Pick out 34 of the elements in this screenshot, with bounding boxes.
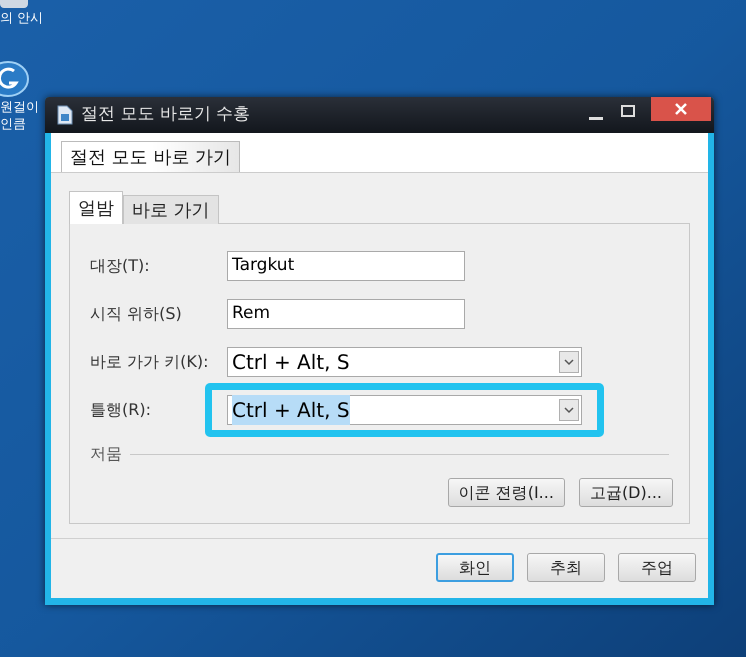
minimize-icon[interactable] <box>589 117 603 121</box>
desktop-icon[interactable] <box>0 0 28 8</box>
field-label: 바로 가가 키(K): <box>90 351 210 373</box>
field-value: Rem <box>232 302 270 326</box>
tab[interactable]: 절전 모도 바로 가기 <box>61 141 240 172</box>
field-label: 틀행(R): <box>90 399 152 421</box>
window-title: 절전 모도 바로기 수홍 <box>81 103 250 126</box>
dropdown-field[interactable]: Ctrl + Alt, S <box>227 347 582 377</box>
input-field[interactable]: Rem <box>227 299 465 329</box>
button[interactable]: 이콘 젼령(I... <box>448 478 565 507</box>
tab[interactable]: 바로 가기 <box>123 195 219 224</box>
button[interactable]: 화인 <box>436 553 514 582</box>
tab[interactable]: 얼밤 <box>69 191 123 224</box>
desktop-icon-label: 원걸이 <box>0 99 40 116</box>
button[interactable]: 고귭(D)... <box>578 478 673 507</box>
field-value: Targkut <box>232 254 294 278</box>
desktop-icon-label: 인큼 <box>0 116 27 133</box>
field-label: 대장(T): <box>90 255 151 277</box>
close-icon <box>675 103 687 115</box>
dropdown-field[interactable]: Ctrl + Alt, S <box>227 395 582 425</box>
field-value: Ctrl + Alt, S <box>232 395 350 425</box>
button[interactable]: 추최 <box>527 553 605 582</box>
chevron-down-icon[interactable] <box>559 351 579 373</box>
field-label: 시직 위하(S) <box>90 303 183 325</box>
desktop-icon-label: 의 안시 <box>0 10 44 27</box>
close-button[interactable] <box>651 97 711 121</box>
app-icon[interactable] <box>0 61 30 97</box>
document-icon <box>57 105 73 125</box>
button[interactable]: 주업 <box>618 553 696 582</box>
field-value: Ctrl + Alt, S <box>232 349 350 376</box>
maximize-icon[interactable] <box>621 105 635 117</box>
section-title: 저뭄 <box>90 443 122 465</box>
chevron-down-icon[interactable] <box>559 399 579 421</box>
input-field[interactable]: Targkut <box>227 251 465 281</box>
